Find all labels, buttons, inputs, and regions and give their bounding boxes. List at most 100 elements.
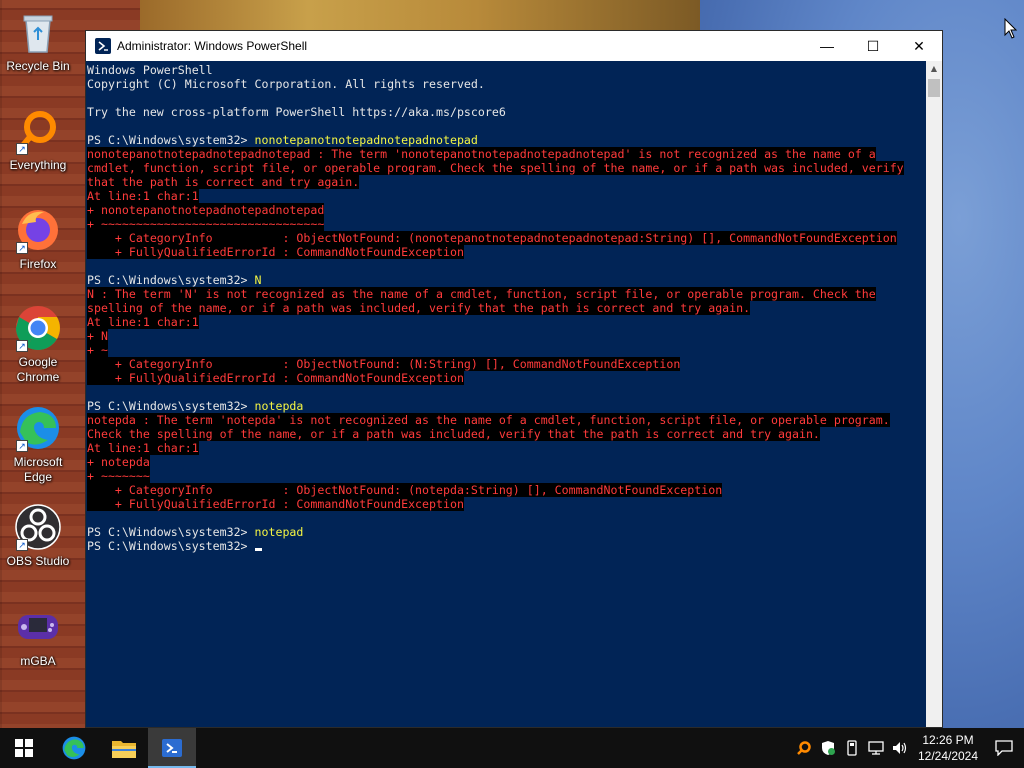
console-prompt: PS C:\Windows\system32> [87,133,255,147]
desktop-icon-chrome[interactable]: ↗ Google Chrome [0,304,76,385]
console-command: N [254,273,262,287]
console-command: nonotepanotnotepadnotepadnotepad [254,133,478,147]
taskbar-clock[interactable]: 12:26 PM 12/24/2024 [912,732,984,764]
shortcut-arrow-icon: ↗ [16,242,28,254]
notification-icon [995,740,1013,756]
desktop-icon-label: Firefox [19,257,57,271]
powershell-icon [95,38,111,54]
minimize-button[interactable]: — [804,31,850,61]
console-error-text: At line:1 char:1 [87,189,199,203]
scrollbar-thumb[interactable] [928,79,940,97]
console-line: At line:1 char:1 [87,315,926,329]
desktop-icon-everything[interactable]: ↗ Everything [0,107,76,173]
console-error-text: + nonotepanotnotepadnotepadnotepad [87,203,325,217]
console-line: + ~ [87,343,926,357]
taskbar-edge-button[interactable] [48,728,100,768]
console-output-text: Windows PowerShell [87,63,213,77]
console-command: notepad [254,525,304,539]
recycle-bin-icon [14,8,62,56]
console-line: PS C:\Windows\system32> nonotepanotnotep… [87,133,926,147]
desktop-icon-label: Recycle Bin [6,59,70,73]
powershell-icon [162,739,182,757]
desktop-icon-obs[interactable]: ↗ OBS Studio [0,503,76,569]
chrome-icon: ↗ [14,304,62,352]
console-prompt: PS C:\Windows\system32> [87,273,255,287]
notification-center-button[interactable] [984,728,1024,768]
wallpaper-top [140,0,700,30]
console-output-text: Try the new cross-platform PowerShell ht… [87,105,506,119]
scroll-up-arrow-icon[interactable]: ▲ [926,61,942,77]
maximize-button[interactable]: ☐ [850,31,896,61]
shortcut-arrow-icon: ↗ [16,539,28,551]
console-line: + FullyQualifiedErrorId : CommandNotFoun… [87,245,926,259]
desktop-icon-firefox[interactable]: ↗ Firefox [0,206,76,272]
desktop-icon-label: Everything [9,158,67,172]
start-button[interactable] [0,728,48,768]
console-output[interactable]: Windows PowerShell Copyright (C) Microsof… [86,61,926,727]
system-tray: 12:26 PM 12/24/2024 [792,728,1024,768]
console-error-text: At line:1 char:1 [87,441,199,455]
window-title: Administrator: Windows PowerShell [117,39,308,53]
network-icon[interactable] [864,728,888,768]
mouse-cursor-icon [1004,18,1018,39]
desktop-icon-label: Google Chrome [16,355,60,384]
console-line: + nonotepanotnotepadnotepadnotepad [87,203,926,217]
mgba-icon [14,603,62,651]
console-output-text: Copyright (C) Microsoft Corporation. All… [87,77,485,91]
window-titlebar[interactable]: Administrator: Windows PowerShell — ☐ ✕ [86,31,942,61]
console-error-text: + FullyQualifiedErrorId : CommandNotFoun… [87,371,464,385]
console-line: PS C:\Windows\system32> notepad [87,525,926,539]
console-line: + ~~~~~~~~~~~~~~~~~~~~~~~~~~~~~~~~ [87,217,926,231]
start-icon [15,739,33,757]
console-error-text: Check the spelling of the name, or if a … [87,427,820,441]
console-line: cmdlet, function, script file, or operab… [87,161,926,175]
console-command: notepda [254,399,304,413]
console-error-text: + CategoryInfo : ObjectNotFound: (nonote… [87,231,897,245]
console-error-text: N : The term 'N' is not recognized as th… [87,287,876,301]
shortcut-arrow-icon: ↗ [16,340,28,352]
console-line: N : The term 'N' is not recognized as th… [87,287,926,301]
obs-icon: ↗ [14,503,62,551]
console-prompt: PS C:\Windows\system32> [87,399,255,413]
desktop-icon-recycle-bin[interactable]: Recycle Bin [0,8,76,74]
console-error-text: + N [87,329,108,343]
powershell-window[interactable]: Administrator: Windows PowerShell — ☐ ✕ … [85,30,943,728]
console-error-text: + FullyQualifiedErrorId : CommandNotFoun… [87,497,464,511]
console-line: + N [87,329,926,343]
console-error-text: + notepda [87,455,150,469]
console-line: PS C:\Windows\system32> [87,539,926,553]
vertical-scrollbar[interactable]: ▲ [926,61,942,727]
clock-date: 12/24/2024 [917,749,979,763]
console-line: + ~~~~~~~ [87,469,926,483]
console-error-text: cmdlet, function, script file, or operab… [87,161,904,175]
taskbar: 12:26 PM 12/24/2024 [0,728,1024,768]
close-button[interactable]: ✕ [896,31,942,61]
console-line: + CategoryInfo : ObjectNotFound: (N:Stri… [87,357,926,371]
console-line: At line:1 char:1 [87,189,926,203]
console-error-text: spelling of the name, or if a path was i… [87,301,751,315]
console-line: PS C:\Windows\system32> N [87,273,926,287]
taskbar-file-explorer-button[interactable] [100,728,148,768]
console-line: Check the spelling of the name, or if a … [87,427,926,441]
file-explorer-icon [112,741,136,758]
desktop-icon-mgba[interactable]: mGBA [0,603,76,669]
everything-icon[interactable] [792,728,816,768]
taskbar-powershell-button[interactable] [148,728,196,768]
shortcut-arrow-icon: ↗ [16,440,28,452]
console-error-text: + ~~~~~~~~~~~~~~~~~~~~~~~~~~~~~~~~ [87,217,325,231]
console-line: PS C:\Windows\system32> notepda [87,399,926,413]
desktop-icon-label: Microsoft Edge [13,455,63,484]
desktop-icon-edge[interactable]: ↗ Microsoft Edge [0,404,76,485]
console-error-text: + CategoryInfo : ObjectNotFound: (N:Stri… [87,357,681,371]
volume-icon[interactable] [888,728,912,768]
console-line: + CategoryInfo : ObjectNotFound: (nonote… [87,231,926,245]
console-error-text: At line:1 char:1 [87,315,199,329]
shortcut-arrow-icon: ↗ [16,143,28,155]
usb-icon[interactable] [840,728,864,768]
security-icon[interactable] [816,728,840,768]
